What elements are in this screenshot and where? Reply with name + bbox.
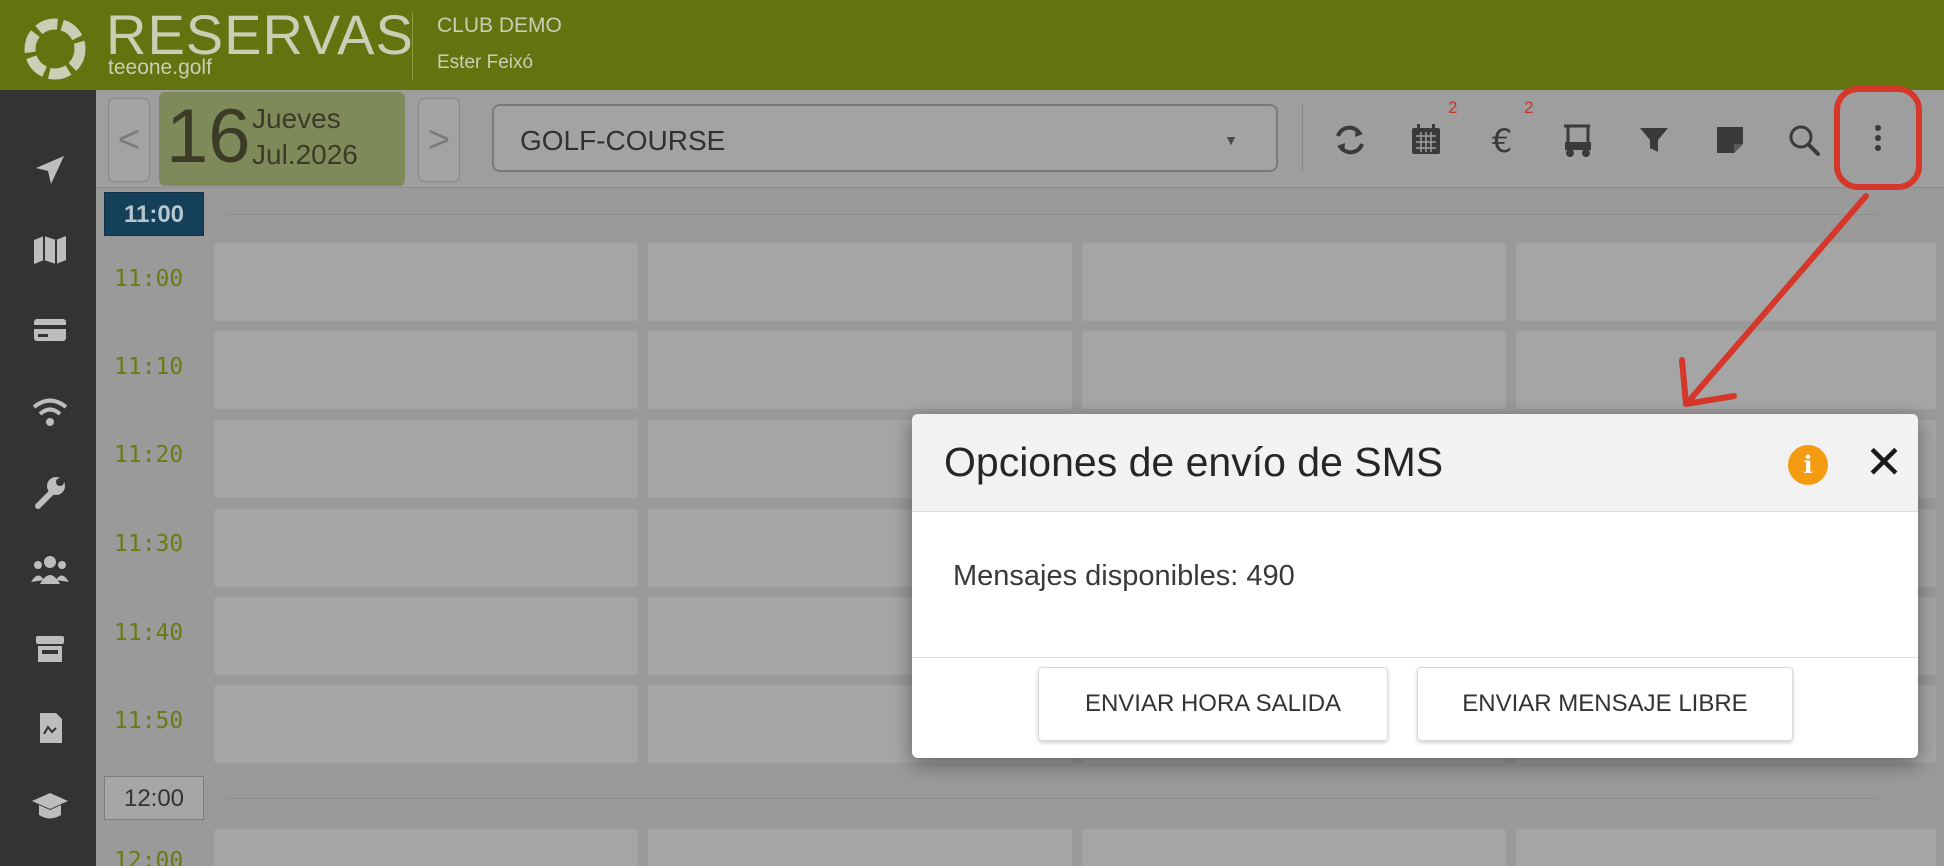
- prev-day-button[interactable]: <: [108, 98, 150, 182]
- dialog-body: Mensajes disponibles: 490: [912, 512, 1918, 658]
- search-icon[interactable]: [1782, 118, 1826, 162]
- calendar-badge: 2: [1448, 98, 1458, 117]
- toolbar-divider: [1302, 104, 1303, 172]
- time-label: 11:30: [114, 531, 184, 557]
- logo-icon: [24, 18, 86, 80]
- info-icon[interactable]: i: [1788, 445, 1828, 485]
- header-divider: [412, 12, 413, 80]
- date-weekday: Jueves: [252, 103, 341, 134]
- brand-subtitle: teeone.golf: [108, 56, 212, 79]
- hour-tag-1200: 12:00: [104, 776, 204, 820]
- graduation-cap-icon[interactable]: [30, 788, 70, 824]
- tee-slot[interactable]: [648, 243, 1072, 321]
- tee-slot[interactable]: [648, 331, 1072, 409]
- credit-card-icon[interactable]: [30, 312, 70, 348]
- sidebar: [0, 90, 96, 866]
- tee-slot[interactable]: [1082, 331, 1506, 409]
- annotation-highlight: [1834, 86, 1922, 190]
- tee-slot[interactable]: [214, 597, 638, 675]
- tee-slot[interactable]: [1516, 243, 1936, 321]
- time-label: 11:40: [114, 620, 184, 646]
- date-day: 16: [166, 94, 251, 179]
- hour-divider: [226, 214, 1878, 215]
- course-select-value: GOLF-COURSE: [520, 125, 726, 156]
- time-label: 12:00: [114, 848, 184, 866]
- send-tee-time-button[interactable]: ENVIAR HORA SALIDA: [1038, 667, 1388, 741]
- dialog-header: Opciones de envío de SMS i ✕: [912, 414, 1918, 512]
- navigation-arrow-icon[interactable]: [30, 152, 70, 188]
- tee-slot[interactable]: [648, 829, 1072, 866]
- tee-slot[interactable]: [214, 685, 638, 763]
- wrench-icon[interactable]: [30, 474, 70, 510]
- hour-tag-1100: 11:00: [104, 192, 204, 236]
- euro-badge: 2: [1524, 98, 1534, 117]
- calendar-icon[interactable]: [1404, 118, 1448, 162]
- tee-slot[interactable]: [1516, 829, 1936, 866]
- users-icon[interactable]: [30, 552, 70, 588]
- time-label: 11:20: [114, 442, 184, 468]
- tee-slot[interactable]: [214, 420, 638, 498]
- dialog-title: Opciones de envío de SMS: [944, 439, 1444, 485]
- tee-slot[interactable]: [1516, 331, 1936, 409]
- tee-slot[interactable]: [214, 243, 638, 321]
- date-month-year: Jul.2026: [252, 139, 358, 170]
- top-header: RESERVAS teeone.golf CLUB DEMO Ester Fei…: [0, 0, 1944, 90]
- hour-divider: [226, 798, 1878, 799]
- refresh-icon[interactable]: [1328, 118, 1372, 162]
- euro-icon[interactable]: €: [1480, 118, 1524, 162]
- time-label: 11:00: [114, 266, 184, 292]
- close-icon[interactable]: ✕: [1862, 438, 1906, 486]
- time-label: 11:10: [114, 354, 184, 380]
- send-free-message-button[interactable]: ENVIAR MENSAJE LIBRE: [1417, 667, 1793, 741]
- svg-text:€: €: [1492, 122, 1512, 160]
- tee-slot[interactable]: [1082, 243, 1506, 321]
- time-label: 11:50: [114, 708, 184, 734]
- sticky-note-icon[interactable]: [1708, 118, 1752, 162]
- filter-icon[interactable]: [1632, 118, 1676, 162]
- tee-slot[interactable]: [214, 509, 638, 587]
- tee-slot[interactable]: [214, 331, 638, 409]
- store-icon[interactable]: [30, 630, 70, 666]
- wifi-icon[interactable]: [30, 394, 70, 430]
- golf-cart-icon[interactable]: [1556, 118, 1600, 162]
- user-name: Ester Feixó: [437, 52, 534, 73]
- document-icon[interactable]: [30, 710, 70, 746]
- course-select[interactable]: GOLF-COURSE ▼: [492, 104, 1278, 172]
- map-icon[interactable]: [30, 232, 70, 268]
- tee-slot[interactable]: [1082, 829, 1506, 866]
- tee-slot[interactable]: [214, 829, 638, 866]
- next-day-button[interactable]: >: [418, 98, 460, 182]
- available-messages: Mensajes disponibles: 490: [953, 560, 1295, 592]
- club-name: CLUB DEMO: [437, 14, 562, 37]
- caret-down-icon: ▼: [1224, 132, 1238, 148]
- sms-options-dialog: Opciones de envío de SMS i ✕ Mensajes di…: [912, 414, 1918, 758]
